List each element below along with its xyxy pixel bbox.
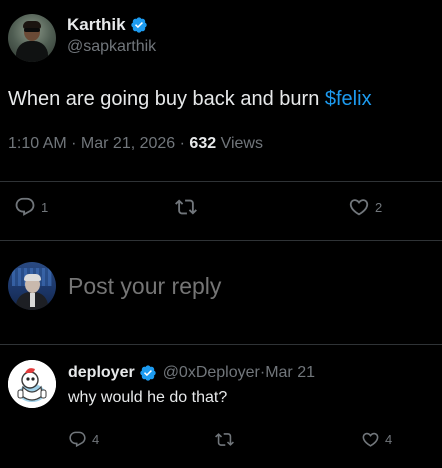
reply-icon — [15, 197, 35, 216]
reply-date[interactable]: Mar 21 — [265, 364, 315, 382]
author-avatar[interactable] — [8, 14, 56, 62]
divider — [0, 181, 442, 182]
reply-author-handle[interactable]: @0xDeployer — [163, 364, 260, 382]
tweet-detail-view: Karthik @sapkarthik When are going buy b… — [0, 0, 442, 468]
tweet-text-body: When are going buy back and burn — [8, 88, 325, 110]
tweet-meta: 1:10 AM · Mar 21, 2026 · 632 Views — [8, 135, 263, 153]
reply-button[interactable]: 4 — [68, 430, 99, 449]
meta-separator: · — [175, 135, 190, 152]
tweet-author: Karthik @sapkarthik — [8, 14, 156, 64]
divider — [0, 240, 442, 241]
author-display-name[interactable]: Karthik — [67, 15, 126, 35]
user-avatar[interactable] — [8, 262, 56, 310]
reply-composer — [8, 262, 368, 310]
heart-icon — [362, 432, 379, 447]
views-label: Views — [216, 135, 263, 152]
verified-badge-icon — [130, 16, 148, 34]
like-count: 4 — [385, 432, 393, 447]
reply-author-avatar[interactable] — [8, 360, 56, 408]
like-button[interactable]: 4 — [361, 430, 392, 449]
reply-button[interactable]: 1 — [14, 196, 48, 218]
cashtag-link[interactable]: $felix — [325, 88, 372, 110]
meta-separator: · — [66, 135, 81, 152]
retweet-icon — [215, 433, 234, 446]
like-count: 2 — [375, 199, 383, 215]
tweet-text: When are going buy back and burn $felix — [8, 86, 372, 112]
reply-count: 1 — [41, 199, 49, 215]
views-count: 632 — [189, 135, 217, 152]
divider — [0, 344, 442, 345]
retweet-button[interactable] — [175, 196, 197, 218]
verified-badge-icon — [139, 364, 157, 382]
reply-author-display-name[interactable]: deployer — [68, 364, 135, 382]
retweet-icon — [175, 199, 197, 215]
retweet-button[interactable] — [215, 430, 234, 449]
tweet-date[interactable]: Mar 21, 2026 — [81, 135, 175, 152]
tweet-time[interactable]: 1:10 AM — [8, 135, 67, 152]
reply-icon — [69, 431, 86, 448]
tweet-action-bar: 1 2 — [0, 196, 442, 226]
reply-action-bar: 4 4 — [0, 430, 442, 452]
reply-text: why would he do that? — [68, 389, 228, 406]
heart-icon — [349, 199, 369, 216]
reply-count: 4 — [92, 432, 100, 447]
reply-input[interactable] — [68, 272, 368, 300]
author-handle[interactable]: @sapkarthik — [67, 38, 156, 56]
like-button[interactable]: 2 — [348, 196, 382, 218]
